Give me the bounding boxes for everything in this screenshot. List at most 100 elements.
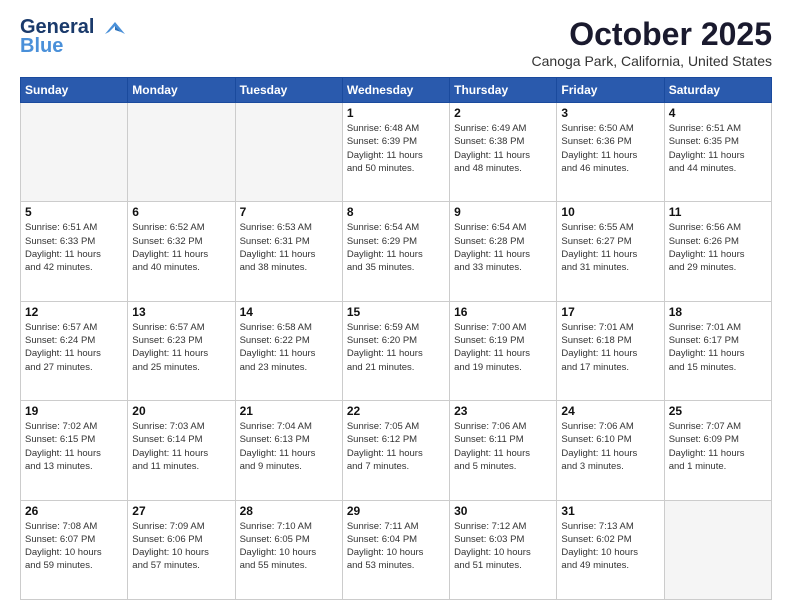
day-info: Sunrise: 7:01 AM Sunset: 6:17 PM Dayligh… [669,321,767,374]
day-info: Sunrise: 7:13 AM Sunset: 6:02 PM Dayligh… [561,520,659,573]
day-number: 27 [132,504,230,518]
day-number: 8 [347,205,445,219]
table-row: 5 Sunrise: 6:51 AM Sunset: 6:33 PM Daylig… [21,202,128,301]
day-number: 2 [454,106,552,120]
day-number: 13 [132,305,230,319]
day-info: Sunrise: 6:48 AM Sunset: 6:39 PM Dayligh… [347,122,445,175]
table-row: 29Sunrise: 7:11 AM Sunset: 6:04 PM Dayli… [342,500,449,599]
table-row: 1 Sunrise: 6:48 AM Sunset: 6:39 PM Daylig… [342,103,449,202]
day-number: 17 [561,305,659,319]
day-info: Sunrise: 6:52 AM Sunset: 6:32 PM Dayligh… [132,221,230,274]
day-number: 9 [454,205,552,219]
day-number: 29 [347,504,445,518]
table-row [664,500,771,599]
table-row: 14 Sunrise: 6:58 AM Sunset: 6:22 PM Dayli… [235,301,342,400]
day-number: 31 [561,504,659,518]
col-thursday: Thursday [450,78,557,103]
day-number: 3 [561,106,659,120]
day-info: Sunrise: 7:00 AM Sunset: 6:19 PM Dayligh… [454,321,552,374]
col-wednesday: Wednesday [342,78,449,103]
table-row [21,103,128,202]
calendar-week-0: 1 Sunrise: 6:48 AM Sunset: 6:39 PM Daylig… [21,103,772,202]
calendar-week-3: 19Sunrise: 7:02 AM Sunset: 6:15 PM Dayli… [21,401,772,500]
day-number: 4 [669,106,767,120]
table-row: 2 Sunrise: 6:49 AM Sunset: 6:38 PM Daylig… [450,103,557,202]
day-info: Sunrise: 7:08 AM Sunset: 6:07 PM Dayligh… [25,520,123,573]
table-row: 9Sunrise: 6:54 AM Sunset: 6:28 PM Daylig… [450,202,557,301]
day-number: 5 [25,205,123,219]
day-number: 24 [561,404,659,418]
table-row: 20Sunrise: 7:03 AM Sunset: 6:14 PM Dayli… [128,401,235,500]
col-sunday: Sunday [21,78,128,103]
table-row [128,103,235,202]
table-row: 25 Sunrise: 7:07 AM Sunset: 6:09 PM Dayli… [664,401,771,500]
day-info: Sunrise: 7:05 AM Sunset: 6:12 PM Dayligh… [347,420,445,473]
location: Canoga Park, California, United States [532,53,772,69]
table-row: 13 Sunrise: 6:57 AM Sunset: 6:23 PM Dayli… [128,301,235,400]
table-row: 21Sunrise: 7:04 AM Sunset: 6:13 PM Dayli… [235,401,342,500]
page: General Blue October 2025 Canoga Park, C… [0,0,792,612]
calendar-header-row: Sunday Monday Tuesday Wednesday Thursday… [21,78,772,103]
day-number: 26 [25,504,123,518]
day-info: Sunrise: 6:57 AM Sunset: 6:23 PM Dayligh… [132,321,230,374]
calendar-week-1: 5 Sunrise: 6:51 AM Sunset: 6:33 PM Daylig… [21,202,772,301]
day-number: 16 [454,305,552,319]
day-number: 6 [132,205,230,219]
day-info: Sunrise: 6:53 AM Sunset: 6:31 PM Dayligh… [240,221,338,274]
logo: General Blue [20,16,129,58]
table-row: 30 Sunrise: 7:12 AM Sunset: 6:03 PM Dayli… [450,500,557,599]
table-row [235,103,342,202]
table-row: 19Sunrise: 7:02 AM Sunset: 6:15 PM Dayli… [21,401,128,500]
day-info: Sunrise: 7:09 AM Sunset: 6:06 PM Dayligh… [132,520,230,573]
day-number: 19 [25,404,123,418]
day-number: 14 [240,305,338,319]
day-info: Sunrise: 6:51 AM Sunset: 6:33 PM Dayligh… [25,221,123,274]
day-number: 18 [669,305,767,319]
day-info: Sunrise: 7:01 AM Sunset: 6:18 PM Dayligh… [561,321,659,374]
title-block: October 2025 Canoga Park, California, Un… [532,16,772,69]
table-row: 31 Sunrise: 7:13 AM Sunset: 6:02 PM Dayli… [557,500,664,599]
table-row: 7 Sunrise: 6:53 AM Sunset: 6:31 PM Daylig… [235,202,342,301]
day-number: 25 [669,404,767,418]
table-row: 23 Sunrise: 7:06 AM Sunset: 6:11 PM Dayli… [450,401,557,500]
day-info: Sunrise: 7:10 AM Sunset: 6:05 PM Dayligh… [240,520,338,573]
table-row: 24 Sunrise: 7:06 AM Sunset: 6:10 PM Dayli… [557,401,664,500]
day-info: Sunrise: 6:59 AM Sunset: 6:20 PM Dayligh… [347,321,445,374]
day-info: Sunrise: 6:50 AM Sunset: 6:36 PM Dayligh… [561,122,659,175]
logo-blue: Blue [20,35,63,58]
logo-bird-icon [101,20,129,38]
table-row: 22 Sunrise: 7:05 AM Sunset: 6:12 PM Dayli… [342,401,449,500]
month-title: October 2025 [532,16,772,53]
calendar-week-2: 12Sunrise: 6:57 AM Sunset: 6:24 PM Dayli… [21,301,772,400]
day-info: Sunrise: 6:54 AM Sunset: 6:29 PM Dayligh… [347,221,445,274]
day-number: 7 [240,205,338,219]
table-row: 8 Sunrise: 6:54 AM Sunset: 6:29 PM Daylig… [342,202,449,301]
day-number: 15 [347,305,445,319]
day-number: 28 [240,504,338,518]
calendar-week-4: 26 Sunrise: 7:08 AM Sunset: 6:07 PM Dayli… [21,500,772,599]
calendar-table: Sunday Monday Tuesday Wednesday Thursday… [20,77,772,600]
day-number: 23 [454,404,552,418]
col-tuesday: Tuesday [235,78,342,103]
table-row: 16 Sunrise: 7:00 AM Sunset: 6:19 PM Dayli… [450,301,557,400]
day-info: Sunrise: 7:03 AM Sunset: 6:14 PM Dayligh… [132,420,230,473]
col-monday: Monday [128,78,235,103]
col-friday: Friday [557,78,664,103]
day-info: Sunrise: 6:57 AM Sunset: 6:24 PM Dayligh… [25,321,123,374]
day-number: 1 [347,106,445,120]
table-row: 26 Sunrise: 7:08 AM Sunset: 6:07 PM Dayli… [21,500,128,599]
table-row: 11Sunrise: 6:56 AM Sunset: 6:26 PM Dayli… [664,202,771,301]
day-info: Sunrise: 7:12 AM Sunset: 6:03 PM Dayligh… [454,520,552,573]
day-info: Sunrise: 7:07 AM Sunset: 6:09 PM Dayligh… [669,420,767,473]
table-row: 4 Sunrise: 6:51 AM Sunset: 6:35 PM Daylig… [664,103,771,202]
table-row: 18 Sunrise: 7:01 AM Sunset: 6:17 PM Dayli… [664,301,771,400]
day-number: 30 [454,504,552,518]
day-info: Sunrise: 7:06 AM Sunset: 6:11 PM Dayligh… [454,420,552,473]
day-info: Sunrise: 6:56 AM Sunset: 6:26 PM Dayligh… [669,221,767,274]
day-info: Sunrise: 7:06 AM Sunset: 6:10 PM Dayligh… [561,420,659,473]
day-info: Sunrise: 6:49 AM Sunset: 6:38 PM Dayligh… [454,122,552,175]
day-number: 22 [347,404,445,418]
day-number: 21 [240,404,338,418]
day-info: Sunrise: 6:58 AM Sunset: 6:22 PM Dayligh… [240,321,338,374]
day-info: Sunrise: 6:51 AM Sunset: 6:35 PM Dayligh… [669,122,767,175]
